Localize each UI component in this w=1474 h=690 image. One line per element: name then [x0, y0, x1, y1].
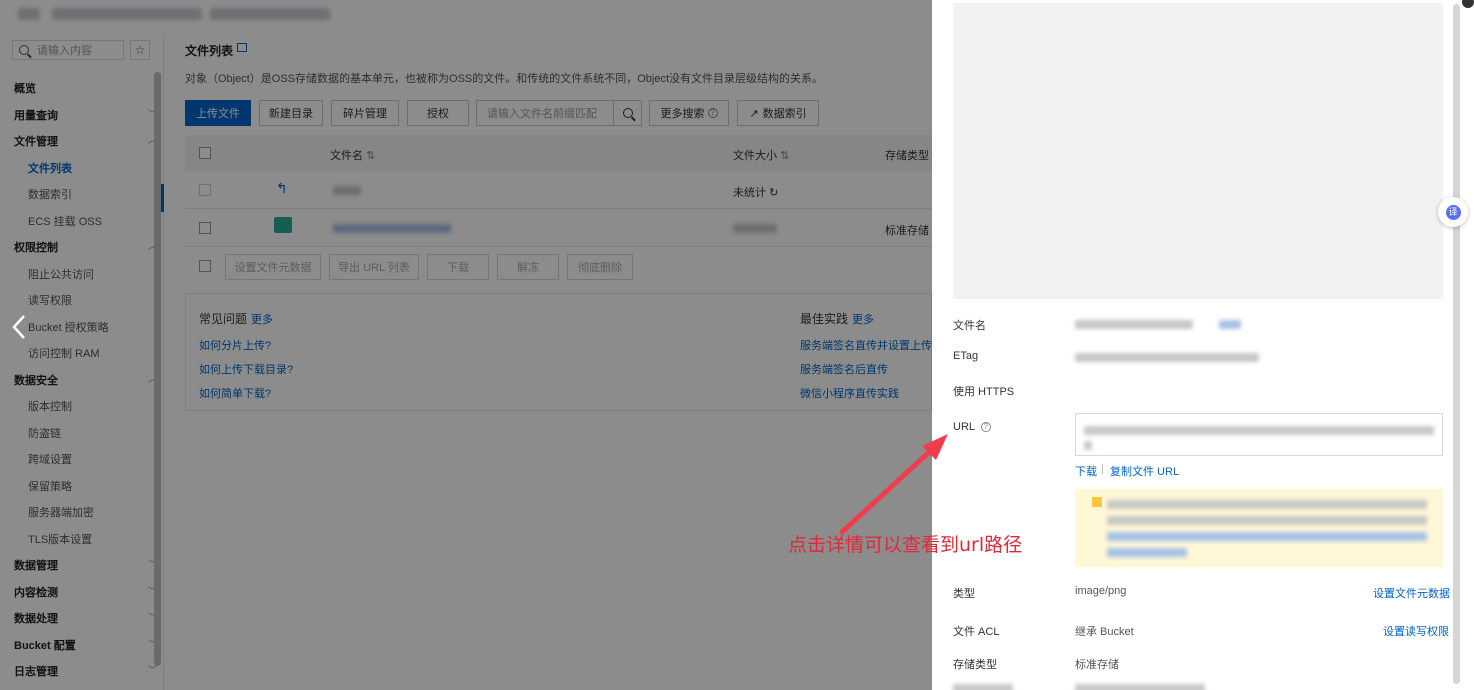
https-label: 使用 HTTPS [953, 386, 1015, 398]
link-separator: | [1101, 463, 1104, 475]
filename-label: 文件名 [953, 320, 986, 332]
blurred-notice-line[interactable] [1107, 548, 1187, 557]
set-metadata-link[interactable]: 设置文件元数据 [1373, 585, 1450, 601]
storage-label: 存储类型 [953, 659, 997, 671]
url-textarea[interactable] [1075, 413, 1443, 456]
modal-overlay[interactable] [0, 0, 932, 690]
blurred-url-line [1084, 426, 1434, 435]
set-acl-link[interactable]: 设置读写权限 [1383, 623, 1449, 639]
copy-url-link[interactable]: 复制文件 URL [1110, 463, 1179, 479]
chevron-left-icon[interactable] [8, 312, 30, 342]
blurred-notice-line [1107, 500, 1427, 509]
blurred-next-label [953, 684, 1013, 690]
download-link[interactable]: 下载 [1075, 463, 1097, 479]
blurred-copy-link[interactable] [1219, 320, 1241, 329]
type-value: image/png [1075, 585, 1127, 597]
blurred-notice-line [1107, 516, 1427, 525]
blurred-url-line [1084, 441, 1092, 450]
translate-icon: 译 [1445, 204, 1461, 220]
acl-label: 文件 ACL [953, 626, 1000, 638]
annotation-text: 点击详情可以查看到url路径 [788, 534, 1023, 556]
help-icon[interactable]: ? [980, 422, 991, 433]
warning-icon [1092, 497, 1102, 507]
image-preview [953, 3, 1443, 299]
blurred-filename [1075, 320, 1193, 329]
blurred-notice-line[interactable] [1107, 532, 1427, 541]
type-label: 类型 [953, 588, 975, 600]
acl-value: 继承 Bucket [1075, 626, 1134, 638]
notice-banner [1075, 489, 1443, 567]
translate-float-button[interactable]: 译 [1438, 197, 1468, 227]
annotation-arrow-icon [839, 434, 948, 535]
etag-label: ETag [953, 350, 979, 362]
blurred-etag [1075, 353, 1259, 362]
drawer-scrollbar[interactable] [1453, 4, 1460, 684]
storage-value: 标准存储 [1075, 659, 1119, 671]
file-detail-drawer: 文件名 ETag 使用 HTTPS URL ? 下载 | 复制文件 URL 类型… [932, 0, 1474, 690]
blurred-next-value [1075, 684, 1205, 690]
